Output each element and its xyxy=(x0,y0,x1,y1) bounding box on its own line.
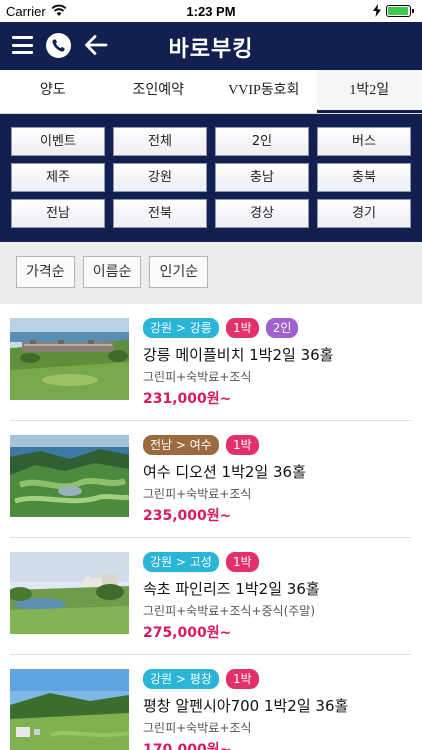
package-title: 여수 디오션 1박2일 36홀 xyxy=(143,463,306,481)
location-badge: 강원 > 강릉 xyxy=(143,318,219,338)
tag-row: 강원 > 강릉 1박 2인 xyxy=(143,318,300,338)
course-photo xyxy=(10,552,129,634)
package-title: 평창 알펜시아700 1박2일 36홀 xyxy=(143,697,349,715)
battery-fill xyxy=(388,7,408,15)
tag-row: 강원 > 평창 1박 xyxy=(143,669,261,689)
tab-overnight[interactable]: 1박2일 xyxy=(316,70,422,113)
package-includes: 그린피+숙박료+조식+중식(주말) xyxy=(143,604,316,618)
package-price: 231,000원~ xyxy=(143,391,232,407)
region-button-chungbuk[interactable]: 충북 xyxy=(317,163,411,192)
region-button-jeonbuk[interactable]: 전북 xyxy=(113,199,207,228)
region-button-two-people[interactable]: 2인 xyxy=(215,127,309,156)
app-header: 바로부킹 xyxy=(0,22,422,70)
battery-icon xyxy=(386,5,411,17)
region-button-event[interactable]: 이벤트 xyxy=(11,127,105,156)
sort-by-name-button[interactable]: 이름순 xyxy=(82,256,142,288)
sort-bar: 가격순 이름순 인기순 xyxy=(0,242,422,304)
package-price: 170,000원~ xyxy=(143,742,232,750)
nights-badge: 1박 xyxy=(225,552,259,572)
course-photo xyxy=(10,435,129,517)
region-button-all[interactable]: 전체 xyxy=(113,127,207,156)
nights-badge: 1박 xyxy=(225,318,259,338)
app-logo[interactable]: 바로부킹 xyxy=(0,31,422,63)
tag-row: 강원 > 고성 1박 xyxy=(143,552,261,572)
nights-badge: 1박 xyxy=(225,669,259,689)
list-item[interactable]: 강원 > 평창 1박 평창 알펜시아700 1박2일 36홀 그린피+숙박료+조… xyxy=(10,655,412,750)
location-badge: 전남 > 여수 xyxy=(143,435,219,455)
category-tabs: 양도 조인예약 VVIP동호회 1박2일 xyxy=(0,70,422,114)
charging-icon xyxy=(373,4,381,17)
nights-badge: 1박 xyxy=(225,435,259,455)
tab-join-booking[interactable]: 조인예약 xyxy=(106,70,212,113)
course-photo xyxy=(10,669,129,750)
tag-row: 전남 > 여수 1박 xyxy=(143,435,261,455)
package-includes: 그린피+숙박료+조식 xyxy=(143,721,252,735)
region-button-jeonnam[interactable]: 전남 xyxy=(11,199,105,228)
clock: 1:23 PM xyxy=(186,4,236,19)
tab-transfer[interactable]: 양도 xyxy=(0,70,106,113)
course-photo xyxy=(10,318,129,400)
package-title: 속초 파인리즈 1박2일 36홀 xyxy=(143,580,320,598)
status-bar: Carrier 1:23 PM xyxy=(0,0,422,22)
location-badge: 강원 > 고성 xyxy=(143,552,219,572)
tab-vvip-club[interactable]: VVIP동호회 xyxy=(211,70,317,113)
sort-by-popularity-button[interactable]: 인기순 xyxy=(149,256,209,288)
list-item[interactable]: 강원 > 강릉 1박 2인 강릉 메이플비치 1박2일 36홀 그린피+숙박료+… xyxy=(10,304,412,421)
package-list: 강원 > 강릉 1박 2인 강릉 메이플비치 1박2일 36홀 그린피+숙박료+… xyxy=(0,304,422,750)
package-price: 235,000원~ xyxy=(143,508,232,524)
people-badge: 2인 xyxy=(265,318,299,338)
region-button-gyeongsang[interactable]: 경상 xyxy=(215,199,309,228)
package-title: 강릉 메이플비치 1박2일 36홀 xyxy=(143,346,334,364)
package-includes: 그린피+숙박료+조식 xyxy=(143,370,252,384)
package-price: 275,000원~ xyxy=(143,625,232,641)
region-button-chungnam[interactable]: 충남 xyxy=(215,163,309,192)
sort-by-price-button[interactable]: 가격순 xyxy=(16,256,75,288)
list-item[interactable]: 강원 > 고성 1박 속초 파인리즈 1박2일 36홀 그린피+숙박료+조식+중… xyxy=(10,538,412,655)
region-button-gyeonggi[interactable]: 경기 xyxy=(317,199,411,228)
package-includes: 그린피+숙박료+조식 xyxy=(143,487,252,501)
region-button-gangwon[interactable]: 강원 xyxy=(113,163,207,192)
region-filter-panel: 이벤트 전체 2인 버스 제주 강원 충남 충북 전남 전북 경상 경기 xyxy=(0,114,422,242)
list-item[interactable]: 전남 > 여수 1박 여수 디오션 1박2일 36홀 그린피+숙박료+조식 23… xyxy=(10,421,412,538)
region-button-jeju[interactable]: 제주 xyxy=(11,163,105,192)
battery-nub xyxy=(412,9,414,13)
location-badge: 강원 > 평창 xyxy=(143,669,219,689)
region-button-bus[interactable]: 버스 xyxy=(317,127,411,156)
